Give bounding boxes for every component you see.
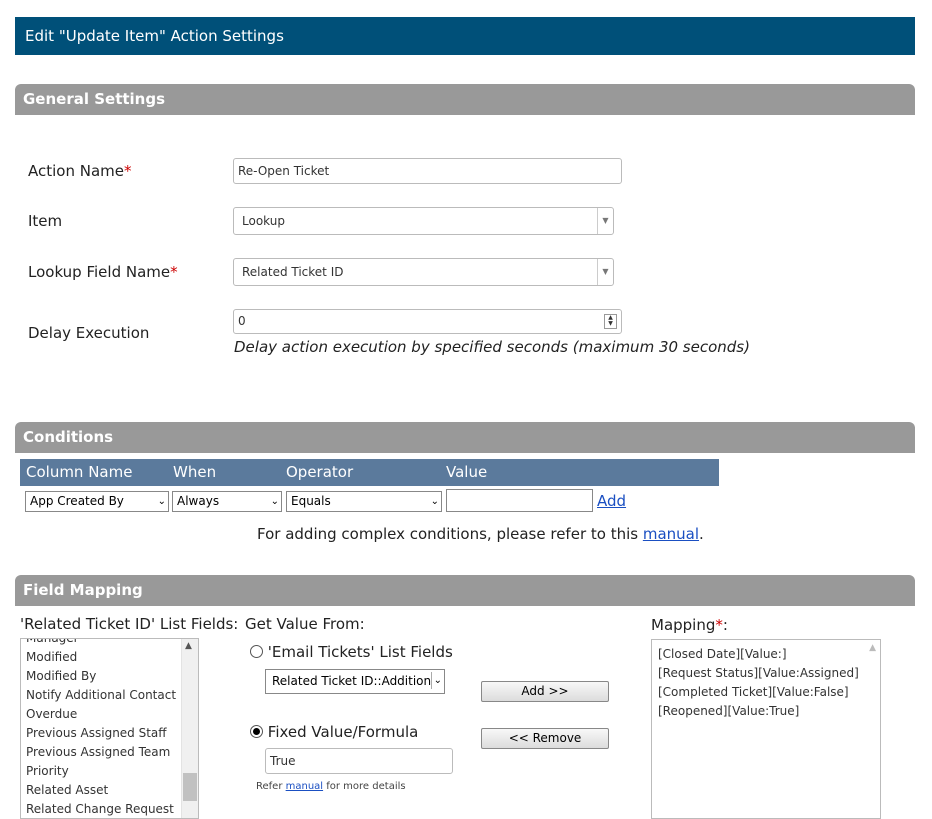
delay-execution-value: 0 [238, 314, 246, 328]
item-select-value: Lookup [242, 214, 285, 228]
radio-fixed-value-option[interactable]: Fixed Value/Formula [250, 723, 418, 741]
mapping-item[interactable]: [Closed Date][Value:] [652, 645, 880, 664]
add-mapping-button[interactable]: Add >> [481, 681, 609, 702]
conditions-note-text: For adding complex conditions, please re… [257, 525, 643, 543]
manual-link[interactable]: manual [286, 781, 323, 792]
chevron-down-icon: ⌄ [430, 672, 442, 689]
required-marker: * [124, 162, 132, 180]
add-condition-link[interactable]: Add [597, 492, 626, 510]
list-item[interactable]: Notify Additional Contact [21, 686, 198, 705]
list-item[interactable]: Priority [21, 762, 198, 781]
lookup-field-select-value: Related Ticket ID [242, 265, 344, 279]
column-name-select-value: App Created By [30, 494, 124, 508]
chevron-down-icon: ▼ [597, 259, 613, 285]
conditions-header: Conditions [15, 422, 915, 453]
delay-execution-input[interactable]: 0 ▲ ▼ [233, 309, 622, 334]
lookup-field-label-text: Lookup Field Name [28, 263, 171, 281]
list-fields-select[interactable]: Related Ticket ID::Addition ⌄ [265, 669, 445, 694]
list-item[interactable]: Previous Assigned Staff [21, 724, 198, 743]
radio-fixed-value-label: Fixed Value/Formula [267, 723, 419, 741]
operator-select-value: Equals [291, 494, 331, 508]
item-select[interactable]: Lookup ▼ [233, 207, 614, 235]
column-name-header: Column Name [26, 463, 133, 481]
radio-list-fields-label: 'Email Tickets' List Fields [267, 643, 453, 661]
mapping-item[interactable]: [Request Status][Value:Assigned] [652, 664, 880, 683]
condition-value-input[interactable] [446, 489, 593, 512]
refer-note-prefix: Refer [256, 781, 286, 792]
mapping-label: Mapping*: [651, 616, 728, 634]
action-name-label: Action Name* [28, 162, 132, 180]
scroll-thumb[interactable] [183, 773, 197, 801]
list-item[interactable]: Modified By [21, 667, 198, 686]
remove-mapping-button[interactable]: << Remove [481, 728, 609, 749]
radio-button-checked[interactable] [250, 725, 263, 738]
item-label: Item [28, 212, 63, 230]
fixed-value-input[interactable]: True [265, 748, 453, 774]
mapping-item[interactable]: [Completed Ticket][Value:False] [652, 683, 880, 702]
operator-select[interactable]: Equals ⌄ [286, 491, 442, 512]
conditions-note: For adding complex conditions, please re… [257, 525, 704, 543]
mapping-item[interactable]: [Reopened][Value:True] [652, 702, 880, 721]
list-item[interactable]: Related Asset [21, 781, 198, 800]
get-value-label: Get Value From: [245, 615, 365, 633]
operator-header: Operator [286, 463, 354, 481]
list-item[interactable]: Modified [21, 648, 198, 667]
mapping-listbox[interactable]: [Closed Date][Value:] [Request Status][V… [651, 639, 881, 819]
lookup-field-select[interactable]: Related Ticket ID ▼ [233, 258, 614, 286]
column-name-select[interactable]: App Created By ⌄ [25, 491, 169, 512]
when-select[interactable]: Always ⌄ [172, 491, 282, 512]
radio-button[interactable] [250, 645, 263, 658]
list-item[interactable]: Previous Assigned Team [21, 743, 198, 762]
when-header: When [173, 463, 217, 481]
chevron-down-icon: ▼ [597, 208, 613, 234]
list-item[interactable]: Related Change Request [21, 800, 198, 818]
list-item[interactable]: Overdue [21, 705, 198, 724]
radio-list-fields-option[interactable]: 'Email Tickets' List Fields [250, 643, 453, 661]
list-scrollbar[interactable]: ▲ [181, 639, 198, 818]
conditions-note-suffix: . [699, 525, 704, 543]
refer-note: Refer manual for more details [256, 781, 406, 792]
dialog-title: Edit "Update Item" Action Settings [15, 17, 915, 55]
mapping-label-text: Mapping [651, 616, 716, 634]
list-fields-label: 'Related Ticket ID' List Fields: [20, 615, 239, 633]
delay-execution-label: Delay Execution [28, 324, 150, 342]
delay-hint: Delay action execution by specified seco… [234, 338, 750, 356]
required-marker: * [170, 263, 178, 281]
scroll-up-icon[interactable]: ▲ [185, 641, 192, 651]
list-fields-listbox[interactable]: Manager Modified Modified By Notify Addi… [20, 638, 199, 819]
action-name-label-text: Action Name [28, 162, 124, 180]
field-mapping-header: Field Mapping [15, 575, 915, 606]
mapping-label-colon: : [722, 616, 728, 634]
manual-link[interactable]: manual [643, 525, 699, 543]
refer-note-suffix: for more details [323, 781, 406, 792]
chevron-down-icon: ⌄ [270, 496, 279, 507]
chevron-down-icon: ⌄ [157, 496, 166, 507]
when-select-value: Always [177, 494, 220, 508]
general-settings-header: General Settings [15, 84, 915, 115]
chevron-down-icon: ⌄ [430, 496, 439, 507]
conditions-table-header: Column Name When Operator Value [20, 459, 719, 486]
value-header: Value [446, 463, 488, 481]
required-marker: * [715, 616, 723, 634]
list-item[interactable]: Manager [21, 639, 198, 648]
spinner-icon[interactable]: ▲ ▼ [604, 314, 617, 329]
action-name-input[interactable]: Re-Open Ticket [233, 158, 622, 184]
lookup-field-label: Lookup Field Name* [28, 263, 178, 281]
list-fields-select-value: Related Ticket ID::Addition [272, 674, 432, 688]
scroll-up-icon[interactable]: ▲ [869, 643, 876, 653]
